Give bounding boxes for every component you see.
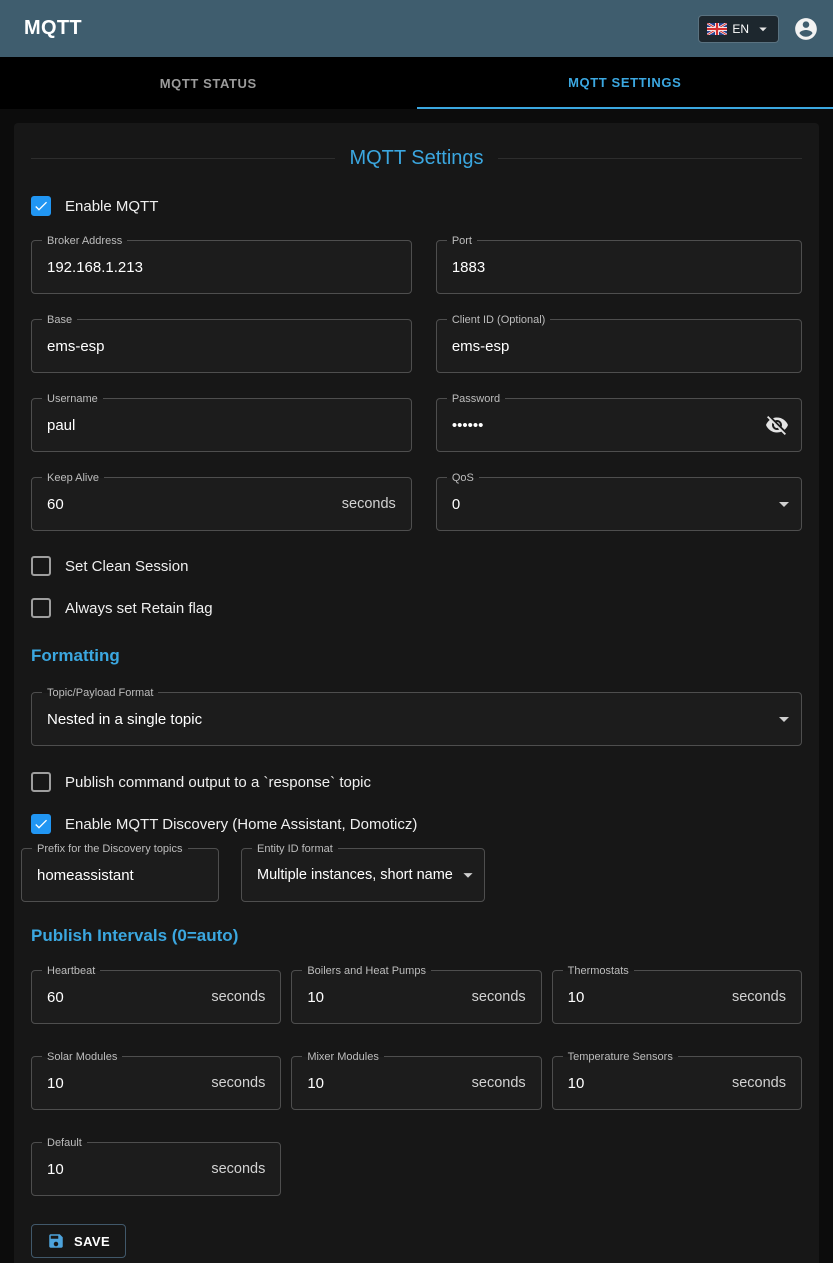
publish-response-checkbox[interactable]: [31, 772, 51, 792]
field-suffix: seconds: [472, 1057, 526, 1109]
field-value: 10: [307, 971, 324, 1023]
settings-card: MQTT Settings Enable MQTT Broker Address…: [14, 123, 819, 1263]
interval-heartbeat-field[interactable]: Heartbeat 60 seconds: [31, 970, 281, 1024]
interval-boilers-field[interactable]: Boilers and Heat Pumps 10 seconds: [291, 970, 541, 1024]
visibility-off-icon: [765, 413, 789, 437]
check-icon: [33, 816, 49, 832]
checkbox-label: Always set Retain flag: [65, 600, 213, 617]
account-button[interactable]: [793, 16, 819, 42]
retain-flag-row: Always set Retain flag: [31, 598, 802, 618]
app-title: MQTT: [24, 17, 82, 40]
discovery-prefix-field[interactable]: Prefix for the Discovery topics homeassi…: [21, 848, 219, 902]
field-value: homeassistant: [37, 849, 134, 901]
field-value: 60: [47, 478, 64, 530]
chevron-down-icon[interactable]: [772, 492, 796, 516]
field-value: 192.168.1.213: [47, 241, 143, 293]
field-value: 0: [452, 478, 460, 530]
field-suffix: seconds: [472, 971, 526, 1023]
divider: [498, 158, 802, 159]
topic-payload-format-select[interactable]: Topic/Payload Format Nested in a single …: [31, 692, 802, 746]
tab-mqtt-settings[interactable]: MQTT SETTINGS: [417, 57, 833, 109]
page-title: MQTT Settings: [31, 147, 802, 170]
retain-flag-checkbox[interactable]: [31, 598, 51, 618]
formatting-heading: Formatting: [31, 646, 802, 666]
field-suffix: seconds: [342, 478, 396, 530]
app-bar: MQTT EN: [0, 0, 833, 57]
field-value: 10: [568, 971, 585, 1023]
keep-alive-field[interactable]: Keep Alive 60 seconds: [31, 477, 412, 531]
enable-mqtt-row: Enable MQTT: [31, 196, 802, 216]
interval-mixer-field[interactable]: Mixer Modules 10 seconds: [291, 1056, 541, 1110]
field-suffix: seconds: [211, 1057, 265, 1109]
account-circle-icon: [793, 16, 819, 42]
save-icon: [47, 1232, 65, 1250]
chevron-down-icon: [754, 20, 772, 38]
field-value: ••••••: [452, 399, 484, 451]
password-field[interactable]: Password ••••••: [436, 398, 802, 452]
base-field[interactable]: Base ems-esp: [31, 319, 412, 373]
interval-default-field[interactable]: Default 10 seconds: [31, 1142, 281, 1196]
interval-temperature-sensors-field[interactable]: Temperature Sensors 10 seconds: [552, 1056, 802, 1110]
chevron-down-icon[interactable]: [457, 864, 479, 886]
checkbox-label: Enable MQTT Discovery (Home Assistant, D…: [65, 816, 417, 833]
mqtt-discovery-row: Enable MQTT Discovery (Home Assistant, D…: [31, 814, 802, 834]
field-suffix: seconds: [732, 971, 786, 1023]
clean-session-checkbox[interactable]: [31, 556, 51, 576]
toggle-password-visibility-button[interactable]: [765, 413, 789, 437]
field-value: 10: [47, 1143, 64, 1195]
field-value: paul: [47, 399, 75, 451]
chevron-down-icon[interactable]: [772, 707, 796, 731]
mqtt-discovery-checkbox[interactable]: [31, 814, 51, 834]
save-button-label: SAVE: [74, 1234, 110, 1249]
checkbox-label: Enable MQTT: [65, 198, 158, 215]
language-label: EN: [732, 22, 749, 36]
field-value: ems-esp: [452, 320, 510, 372]
field-value: 10: [568, 1057, 585, 1109]
check-icon: [33, 198, 49, 214]
tab-bar: MQTT STATUS MQTT SETTINGS: [0, 57, 833, 109]
field-value: Multiple instances, short name: [257, 849, 453, 901]
field-suffix: seconds: [732, 1057, 786, 1109]
field-value: ems-esp: [47, 320, 105, 372]
field-value: Nested in a single topic: [47, 693, 202, 745]
qos-select[interactable]: QoS 0: [436, 477, 802, 531]
save-button[interactable]: SAVE: [31, 1224, 126, 1258]
username-field[interactable]: Username paul: [31, 398, 412, 452]
port-field[interactable]: Port 1883: [436, 240, 802, 294]
tab-mqtt-status[interactable]: MQTT STATUS: [0, 57, 417, 109]
field-suffix: seconds: [211, 971, 265, 1023]
broker-address-field[interactable]: Broker Address 192.168.1.213: [31, 240, 412, 294]
page-title-text: MQTT Settings: [349, 147, 483, 170]
divider: [31, 158, 335, 159]
publish-intervals-heading: Publish Intervals (0=auto): [31, 926, 802, 946]
entity-id-format-select[interactable]: Entity ID format Multiple instances, sho…: [241, 848, 485, 902]
language-selector-button[interactable]: EN: [698, 15, 779, 43]
field-value: 10: [307, 1057, 324, 1109]
client-id-field[interactable]: Client ID (Optional) ems-esp: [436, 319, 802, 373]
enable-mqtt-checkbox[interactable]: [31, 196, 51, 216]
field-suffix: seconds: [211, 1143, 265, 1195]
publish-response-row: Publish command output to a `response` t…: [31, 772, 802, 792]
field-value: 60: [47, 971, 64, 1023]
checkbox-label: Set Clean Session: [65, 558, 188, 575]
uk-flag-icon: [707, 23, 727, 35]
field-value: 10: [47, 1057, 64, 1109]
interval-solar-field[interactable]: Solar Modules 10 seconds: [31, 1056, 281, 1110]
checkbox-label: Publish command output to a `response` t…: [65, 774, 371, 791]
field-value: 1883: [452, 241, 485, 293]
interval-thermostats-field[interactable]: Thermostats 10 seconds: [552, 970, 802, 1024]
clean-session-row: Set Clean Session: [31, 556, 802, 576]
